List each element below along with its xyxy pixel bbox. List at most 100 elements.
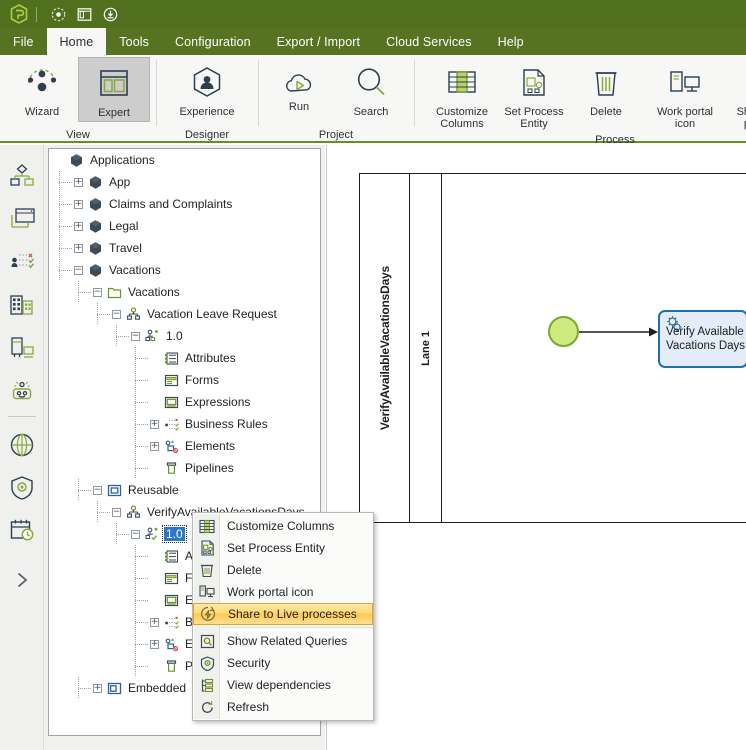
download-circle-icon[interactable] xyxy=(97,3,123,25)
menu-item-tools[interactable]: Tools xyxy=(106,28,162,55)
search-button[interactable]: Search xyxy=(334,57,408,120)
wizard-button[interactable]: Wizard xyxy=(6,57,78,120)
process-version-check-icon xyxy=(144,526,160,542)
start-event[interactable] xyxy=(548,316,579,347)
menu-item-export-import[interactable]: Export / Import xyxy=(264,28,373,55)
forms-icon[interactable] xyxy=(5,197,39,240)
menu-item-cloud-services[interactable]: Cloud Services xyxy=(373,28,484,55)
integration-globe-icon[interactable] xyxy=(5,423,39,466)
tree-node-travel[interactable]: + Travel xyxy=(49,237,320,259)
share-to-live-button[interactable]: Share to Live processes xyxy=(728,57,746,132)
tree-node-attributes[interactable]: Attributes xyxy=(49,347,320,369)
tree-expander-minus[interactable]: − xyxy=(131,331,140,341)
tree-expander-plus[interactable]: + xyxy=(150,639,159,649)
tree-expander-plus[interactable]: + xyxy=(93,683,102,693)
tree-node-reusable[interactable]: − Reusable xyxy=(49,479,320,501)
pool[interactable]: VerifyAvailableVacationsDays Lane 1 Mile… xyxy=(359,173,746,523)
tree-node-applications[interactable]: Applications xyxy=(49,149,320,171)
tree-node-vacations[interactable]: − Vacations xyxy=(49,281,320,303)
elements-icon xyxy=(163,636,179,652)
devices-icon[interactable] xyxy=(5,326,39,369)
set-process-entity-button[interactable]: Set Process Entity xyxy=(498,57,570,132)
tree-expander-plus[interactable]: + xyxy=(150,419,159,429)
tree-expander-minus[interactable]: − xyxy=(112,507,121,517)
work-portal-icon-button[interactable]: Work portal icon xyxy=(642,57,728,132)
security-shield-icon[interactable] xyxy=(5,466,39,509)
delete-button[interactable]: Delete xyxy=(570,57,642,120)
application-hex-icon xyxy=(68,152,84,168)
tree-node-pipelines[interactable]: Pipelines xyxy=(49,457,320,479)
context-menu-item-label: Work portal icon xyxy=(227,585,314,599)
menu-item-home[interactable]: Home xyxy=(46,28,107,55)
context-menu-item-show-related-queries[interactable]: Show Related Queries xyxy=(193,630,373,652)
tree-node-label: Expressions xyxy=(185,395,251,409)
process-tree-icon xyxy=(125,306,141,322)
context-menu-item-share-to-live-processes[interactable]: Share to Live processes xyxy=(193,603,373,625)
context-menu-item-security[interactable]: Security xyxy=(193,652,373,674)
context-menu-item-delete[interactable]: Delete xyxy=(193,559,373,581)
ribbon-group-process: Customize Columns Set Process Entity Del… xyxy=(414,55,746,146)
tree-expander-plus[interactable]: + xyxy=(74,243,83,253)
trash-icon xyxy=(593,62,619,104)
service-task[interactable]: Verify Available Vacations Days xyxy=(658,310,746,368)
pipelines-icon xyxy=(163,658,179,674)
tree-node-elements[interactable]: + Elements xyxy=(49,435,320,457)
tree-node-vacation-leave-request[interactable]: − Vacation Leave Request xyxy=(49,303,320,325)
tree-node-business-rules[interactable]: + Business Rules xyxy=(49,413,320,435)
context-menu-separator xyxy=(221,627,373,628)
context-menu-item-work-portal-icon[interactable]: Work portal icon xyxy=(193,581,373,603)
process-diagram-canvas[interactable]: VerifyAvailableVacationsDays Lane 1 Mile… xyxy=(326,145,746,750)
tree-expander-minus[interactable]: − xyxy=(131,529,140,539)
menu-item-help[interactable]: Help xyxy=(485,28,537,55)
run-button[interactable]: Run xyxy=(264,57,334,115)
context-menu-item-set-process-entity[interactable]: Set Process Entity xyxy=(193,537,373,559)
tree-expander-minus[interactable]: − xyxy=(112,309,121,319)
context-menu-item-label: Show Related Queries xyxy=(227,634,348,648)
processes-icon[interactable] xyxy=(5,154,39,197)
business-rules-icon[interactable] xyxy=(5,240,39,283)
tree-node-expressions[interactable]: Expressions xyxy=(49,391,320,413)
tree-node-1-0[interactable]: − 1.0 xyxy=(49,325,320,347)
application-hex-icon xyxy=(87,196,103,212)
menu-item-configuration[interactable]: Configuration xyxy=(162,28,264,55)
set-process-entity-label: Set Process Entity xyxy=(504,106,564,130)
customize-columns-button[interactable]: Customize Columns xyxy=(426,57,498,132)
tree-expander-plus[interactable]: + xyxy=(150,617,159,627)
tree-node-label: Forms xyxy=(185,373,219,387)
folder-icon xyxy=(106,284,122,300)
context-menu-item-refresh[interactable]: Refresh xyxy=(193,696,373,718)
tree-node-label: Elements xyxy=(185,439,236,453)
process-tree-icon xyxy=(125,504,141,520)
tree-expander-plus[interactable]: + xyxy=(74,199,83,209)
tree-node-vacations[interactable]: − Vacations xyxy=(49,259,320,281)
tree-expander-plus[interactable]: + xyxy=(74,177,83,187)
related-queries-icon xyxy=(195,631,219,651)
bot-icon[interactable] xyxy=(5,369,39,412)
scheduler-calendar-icon[interactable] xyxy=(5,509,39,552)
tree-expander-minus[interactable]: − xyxy=(93,287,102,297)
application-hex-icon xyxy=(87,262,103,278)
tree-node-app[interactable]: + App xyxy=(49,171,320,193)
tree-node-claims-and-complaints[interactable]: + Claims and Complaints xyxy=(49,193,320,215)
tree-node-forms[interactable]: Forms xyxy=(49,369,320,391)
organization-icon[interactable] xyxy=(5,283,39,326)
experience-button[interactable]: Experience xyxy=(162,57,252,120)
tree-expander-minus[interactable]: − xyxy=(93,485,102,495)
menu-item-file[interactable]: File xyxy=(0,28,47,55)
context-menu-item-view-dependencies[interactable]: View dependencies xyxy=(193,674,373,696)
tree-expander-plus[interactable]: + xyxy=(150,441,159,451)
expert-button[interactable]: Expert xyxy=(78,57,150,122)
tree-node-legal[interactable]: + Legal xyxy=(49,215,320,237)
expand-chevron-icon[interactable] xyxy=(5,558,39,601)
attributes-icon xyxy=(163,350,179,366)
process-network-icon[interactable] xyxy=(45,3,71,25)
context-menu[interactable]: Customize Columns Set Process Entity Delet… xyxy=(192,512,374,721)
tree-expander-minus[interactable]: − xyxy=(74,265,83,275)
lane-header: Lane 1 xyxy=(410,174,442,522)
tree-node-label: Legal xyxy=(109,219,139,233)
context-menu-item-customize-columns[interactable]: Customize Columns xyxy=(193,515,373,537)
window-layout-icon[interactable] xyxy=(71,3,97,25)
reusable-icon xyxy=(106,482,122,498)
tree-expander-plus[interactable]: + xyxy=(74,221,83,231)
process-version-icon xyxy=(144,328,160,344)
